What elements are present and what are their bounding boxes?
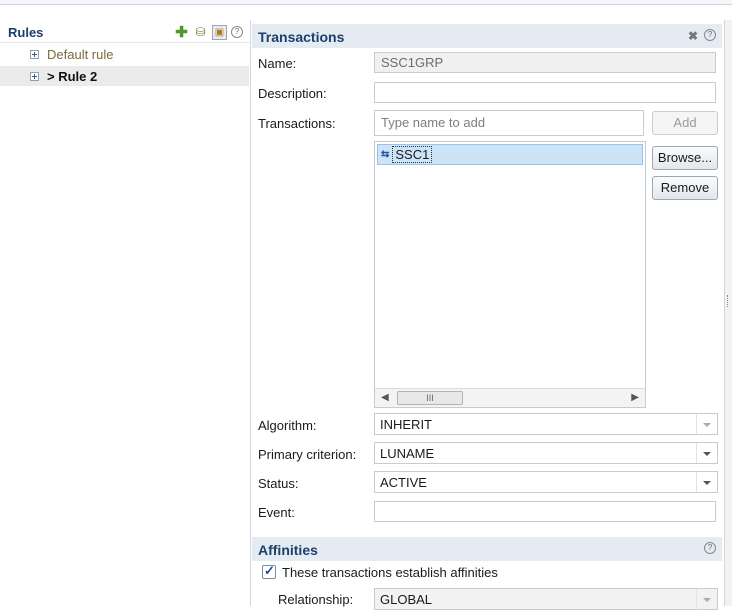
- transactions-section-header: Transactions ✖ ?: [252, 24, 722, 48]
- description-label: Description:: [258, 86, 327, 101]
- remove-button[interactable]: Remove: [652, 176, 718, 200]
- affinities-checkbox-label: These transactions establish affinities: [282, 565, 498, 580]
- chevron-down-icon[interactable]: [696, 414, 717, 434]
- rule-item-label: Default rule: [47, 46, 114, 62]
- transactions-list[interactable]: ⇆ SSC1 ◀ III ▶: [374, 141, 646, 408]
- rule-item-rule-2[interactable]: > Rule 2: [0, 66, 249, 86]
- browse-button[interactable]: Browse...: [652, 146, 718, 170]
- description-field[interactable]: [374, 82, 716, 103]
- affinities-section-header: Affinities ?: [252, 537, 722, 561]
- transactions-panel: Transactions ✖ ? Name: SSC1GRP Descripti…: [252, 20, 722, 610]
- transaction-icon: ⇆: [381, 149, 390, 160]
- help-icon[interactable]: ?: [704, 542, 716, 554]
- scroll-grip[interactable]: [727, 295, 731, 307]
- affinities-header-icons: ?: [704, 542, 716, 554]
- help-icon[interactable]: ?: [704, 29, 716, 41]
- status-value: ACTIVE: [380, 475, 427, 490]
- expand-icon[interactable]: [30, 49, 39, 59]
- scroll-right-icon[interactable]: ▶: [631, 392, 639, 403]
- primary-criterion-label: Primary criterion:: [258, 447, 357, 462]
- scroll-left-icon[interactable]: ◀: [381, 392, 389, 403]
- affinities-title: Affinities: [258, 542, 318, 558]
- algorithm-value: INHERIT: [380, 417, 432, 432]
- chevron-down-icon[interactable]: [696, 443, 717, 463]
- chevron-down-icon[interactable]: [696, 589, 717, 609]
- relationship-select[interactable]: GLOBAL: [374, 588, 718, 610]
- rules-header: Rules ✚ ⛁ ▣ ?: [0, 20, 250, 43]
- close-icon[interactable]: ✖: [688, 29, 698, 43]
- algorithm-select[interactable]: INHERIT: [374, 413, 718, 435]
- horizontal-scrollbar[interactable]: ◀ III ▶: [375, 388, 645, 407]
- folder-icon[interactable]: ⛁: [193, 25, 208, 40]
- name-field: SSC1GRP: [374, 52, 716, 73]
- plus-icon[interactable]: ✚: [174, 25, 189, 40]
- vertical-scrollbar[interactable]: [724, 20, 732, 606]
- transactions-title: Transactions: [258, 29, 345, 45]
- primary-criterion-select[interactable]: LUNAME: [374, 442, 718, 464]
- relationship-label: Relationship:: [278, 592, 354, 607]
- list-item-label: SSC1: [392, 146, 433, 163]
- affinities-checkbox[interactable]: [262, 563, 276, 579]
- transactions-header-icons: ✖ ?: [688, 29, 716, 43]
- rules-title: Rules: [8, 25, 44, 40]
- transactions-label: Transactions:: [258, 116, 336, 131]
- chevron-down-icon[interactable]: [696, 472, 717, 492]
- window-top-border: [0, 0, 732, 5]
- status-label: Status:: [258, 476, 299, 491]
- relationship-value: GLOBAL: [380, 592, 433, 607]
- add-button[interactable]: Add: [652, 111, 718, 135]
- rules-toolbar: ✚ ⛁ ▣ ?: [174, 24, 243, 40]
- rule-item-default[interactable]: Default rule: [0, 44, 249, 64]
- event-label: Event:: [258, 505, 295, 520]
- status-select[interactable]: ACTIVE: [374, 471, 718, 493]
- name-label: Name:: [258, 56, 297, 71]
- expand-icon[interactable]: [30, 71, 39, 81]
- event-field[interactable]: [374, 501, 716, 522]
- list-item[interactable]: ⇆ SSC1: [377, 144, 643, 165]
- transaction-name-input[interactable]: Type name to add: [374, 110, 644, 136]
- selection-icon[interactable]: ▣: [212, 24, 227, 40]
- help-icon[interactable]: ?: [231, 26, 243, 38]
- rules-panel: Rules ✚ ⛁ ▣ ? Default rule > Rule 2: [0, 20, 251, 606]
- algorithm-label: Algorithm:: [258, 418, 317, 433]
- rule-item-label: > Rule 2: [47, 68, 98, 84]
- primary-criterion-value: LUNAME: [380, 446, 435, 461]
- scroll-thumb[interactable]: III: [397, 391, 463, 405]
